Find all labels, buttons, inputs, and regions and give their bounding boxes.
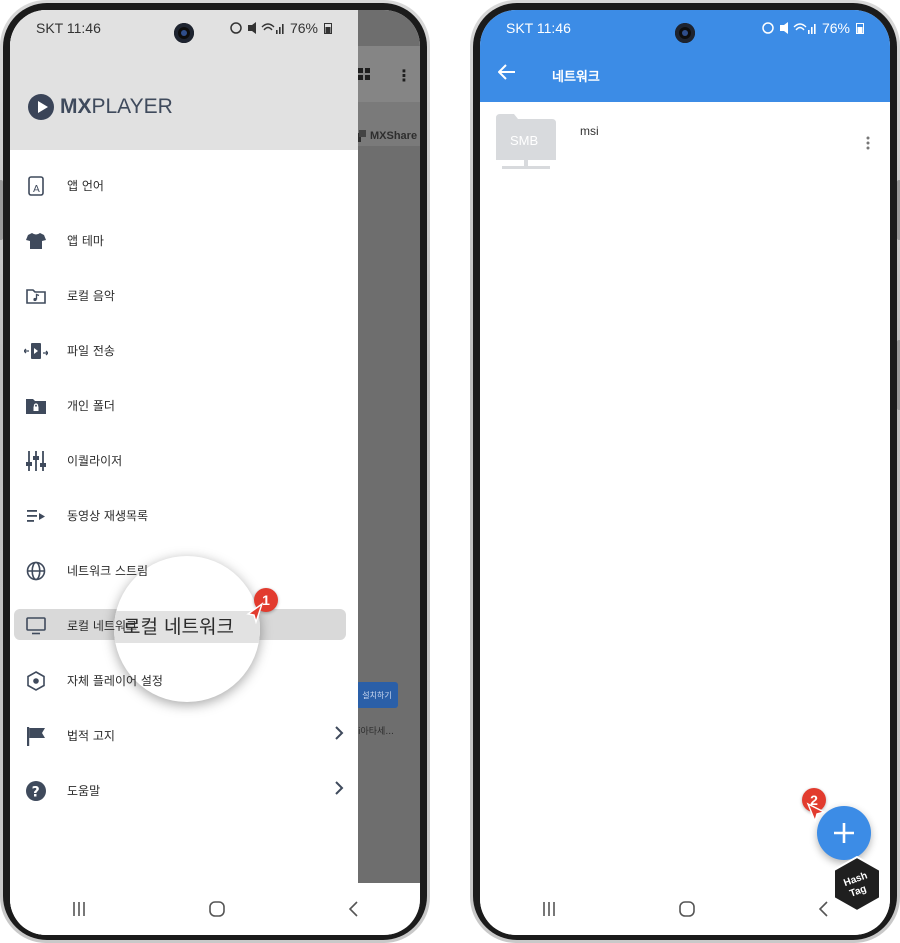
tshirt-icon <box>24 229 48 253</box>
menu-item-label: 이퀄라이저 <box>67 454 123 468</box>
menu-item-label: 로컬 음악 <box>67 289 115 303</box>
status-icons: 76% <box>762 20 864 36</box>
smb-server-icon: SMB <box>496 114 556 169</box>
drawer-menu: A 앱 언어 앱 테마 로컬 음악 파일 전송 개인 폴더 이퀄라이저 동영상 … <box>10 158 358 818</box>
menu-item-equalizer[interactable]: 이퀄라이저 <box>10 433 358 488</box>
back-arrow-icon[interactable] <box>498 64 516 80</box>
front-camera <box>675 23 695 43</box>
svg-text:?: ? <box>32 784 40 800</box>
recent-apps-icon[interactable] <box>71 901 87 917</box>
background-sub-text: i아타세... <box>358 727 394 737</box>
overflow-menu-icon: ⋮ <box>396 66 412 85</box>
menu-item-help[interactable]: ? 도움말 <box>10 763 358 818</box>
back-nav-icon[interactable] <box>817 900 829 918</box>
logo-mx: MX <box>60 95 92 118</box>
globe-icon <box>24 559 48 583</box>
home-icon[interactable] <box>678 900 696 918</box>
smb-type-label: SMB <box>510 133 538 148</box>
equalizer-icon <box>24 449 48 473</box>
menu-item-label: 파일 전송 <box>67 344 115 358</box>
grid-icon <box>358 68 370 80</box>
page-title: 네트워크 <box>552 70 600 85</box>
back-nav-icon[interactable] <box>347 900 359 918</box>
menu-item-file-transfer[interactable]: 파일 전송 <box>10 323 358 378</box>
playlist-icon <box>24 504 48 528</box>
plus-icon <box>834 823 854 843</box>
menu-item-local-music[interactable]: 로컬 음악 <box>10 268 358 323</box>
logo-player: PLAYER <box>91 95 173 118</box>
status-icons: 76% <box>230 20 332 36</box>
file-transfer-icon <box>24 339 48 363</box>
battery-percent: 76% <box>821 20 850 36</box>
network-server-item[interactable]: SMB msi <box>496 114 874 174</box>
phone-left: ⋮ MXShare 설치하기 i아타세... SKT 11:46 76% MXP… <box>0 0 430 943</box>
chevron-right-icon <box>335 781 344 795</box>
menu-item-label: 동영상 재생목록 <box>67 509 149 523</box>
system-status-icons <box>762 22 816 34</box>
menu-item-video-playlist[interactable]: 동영상 재생목록 <box>10 488 358 543</box>
menu-item-legal-notice[interactable]: 법적 고지 <box>10 708 358 763</box>
install-button: 설치하기 <box>356 682 398 708</box>
help-icon: ? <box>24 779 48 803</box>
chevron-right-icon <box>335 726 344 740</box>
carrier-time: SKT 11:46 <box>506 20 571 36</box>
carrier-time: SKT 11:46 <box>36 20 101 36</box>
system-navigation-bar <box>10 883 420 935</box>
svg-text:A: A <box>33 184 40 195</box>
menu-item-label: 법적 고지 <box>67 729 115 743</box>
system-status-icons <box>230 22 284 34</box>
battery-percent: 76% <box>289 20 318 36</box>
home-icon[interactable] <box>208 900 226 918</box>
left-screen: ⋮ MXShare 설치하기 i아타세... SKT 11:46 76% MXP… <box>10 10 420 935</box>
flag-icon <box>24 724 48 748</box>
battery-icon <box>856 23 864 34</box>
menu-item-label: 도움말 <box>67 784 101 798</box>
mxshare-button: MXShare <box>354 130 417 142</box>
pointer-cursor-icon <box>806 802 826 824</box>
navigation-drawer: SKT 11:46 76% MXPLAYER A 앱 언어 앱 테마 로컬 음악… <box>10 10 358 935</box>
mxshare-label: MXShare <box>370 130 418 142</box>
hexagon-settings-icon <box>24 669 48 693</box>
app-bar: SKT 11:46 76% 네트워크 <box>480 10 890 102</box>
menu-item-private-folder[interactable]: 개인 폴더 <box>10 378 358 433</box>
menu-item-label: 개인 폴더 <box>67 399 115 413</box>
drawer-header: SKT 11:46 76% MXPLAYER <box>10 10 358 150</box>
locked-folder-icon <box>24 394 48 418</box>
language-icon: A <box>24 174 48 198</box>
menu-item-label: 앱 테마 <box>67 234 104 248</box>
play-logo-icon <box>28 94 54 120</box>
more-options-icon[interactable] <box>866 136 870 150</box>
menu-item-app-theme[interactable]: 앱 테마 <box>10 213 358 268</box>
battery-icon <box>324 23 332 34</box>
menu-item-label: 앱 언어 <box>67 179 104 193</box>
front-camera <box>174 23 194 43</box>
menu-item-app-language[interactable]: A 앱 언어 <box>10 158 358 213</box>
system-navigation-bar <box>480 883 890 935</box>
server-name: msi <box>580 124 599 138</box>
pointer-cursor-icon <box>246 602 264 624</box>
music-folder-icon <box>24 284 48 308</box>
phone-right: SKT 11:46 76% 네트워크 SMB msi 2 <box>470 0 900 943</box>
zoom-text: 로컬 네트워크 <box>123 616 234 638</box>
mxplayer-logo: MXPLAYER <box>28 94 173 120</box>
recent-apps-icon[interactable] <box>541 901 557 917</box>
right-screen: SKT 11:46 76% 네트워크 SMB msi 2 <box>480 10 890 935</box>
monitor-icon <box>24 614 48 638</box>
hashtag-watermark-logo: Hash Tag <box>833 856 881 912</box>
menu-item-label: 로컬 네트워크 <box>67 619 138 633</box>
menu-item-label: 자체 플레이어 설정 <box>67 674 163 688</box>
menu-item-label: 네트워크 스트림 <box>67 564 149 578</box>
